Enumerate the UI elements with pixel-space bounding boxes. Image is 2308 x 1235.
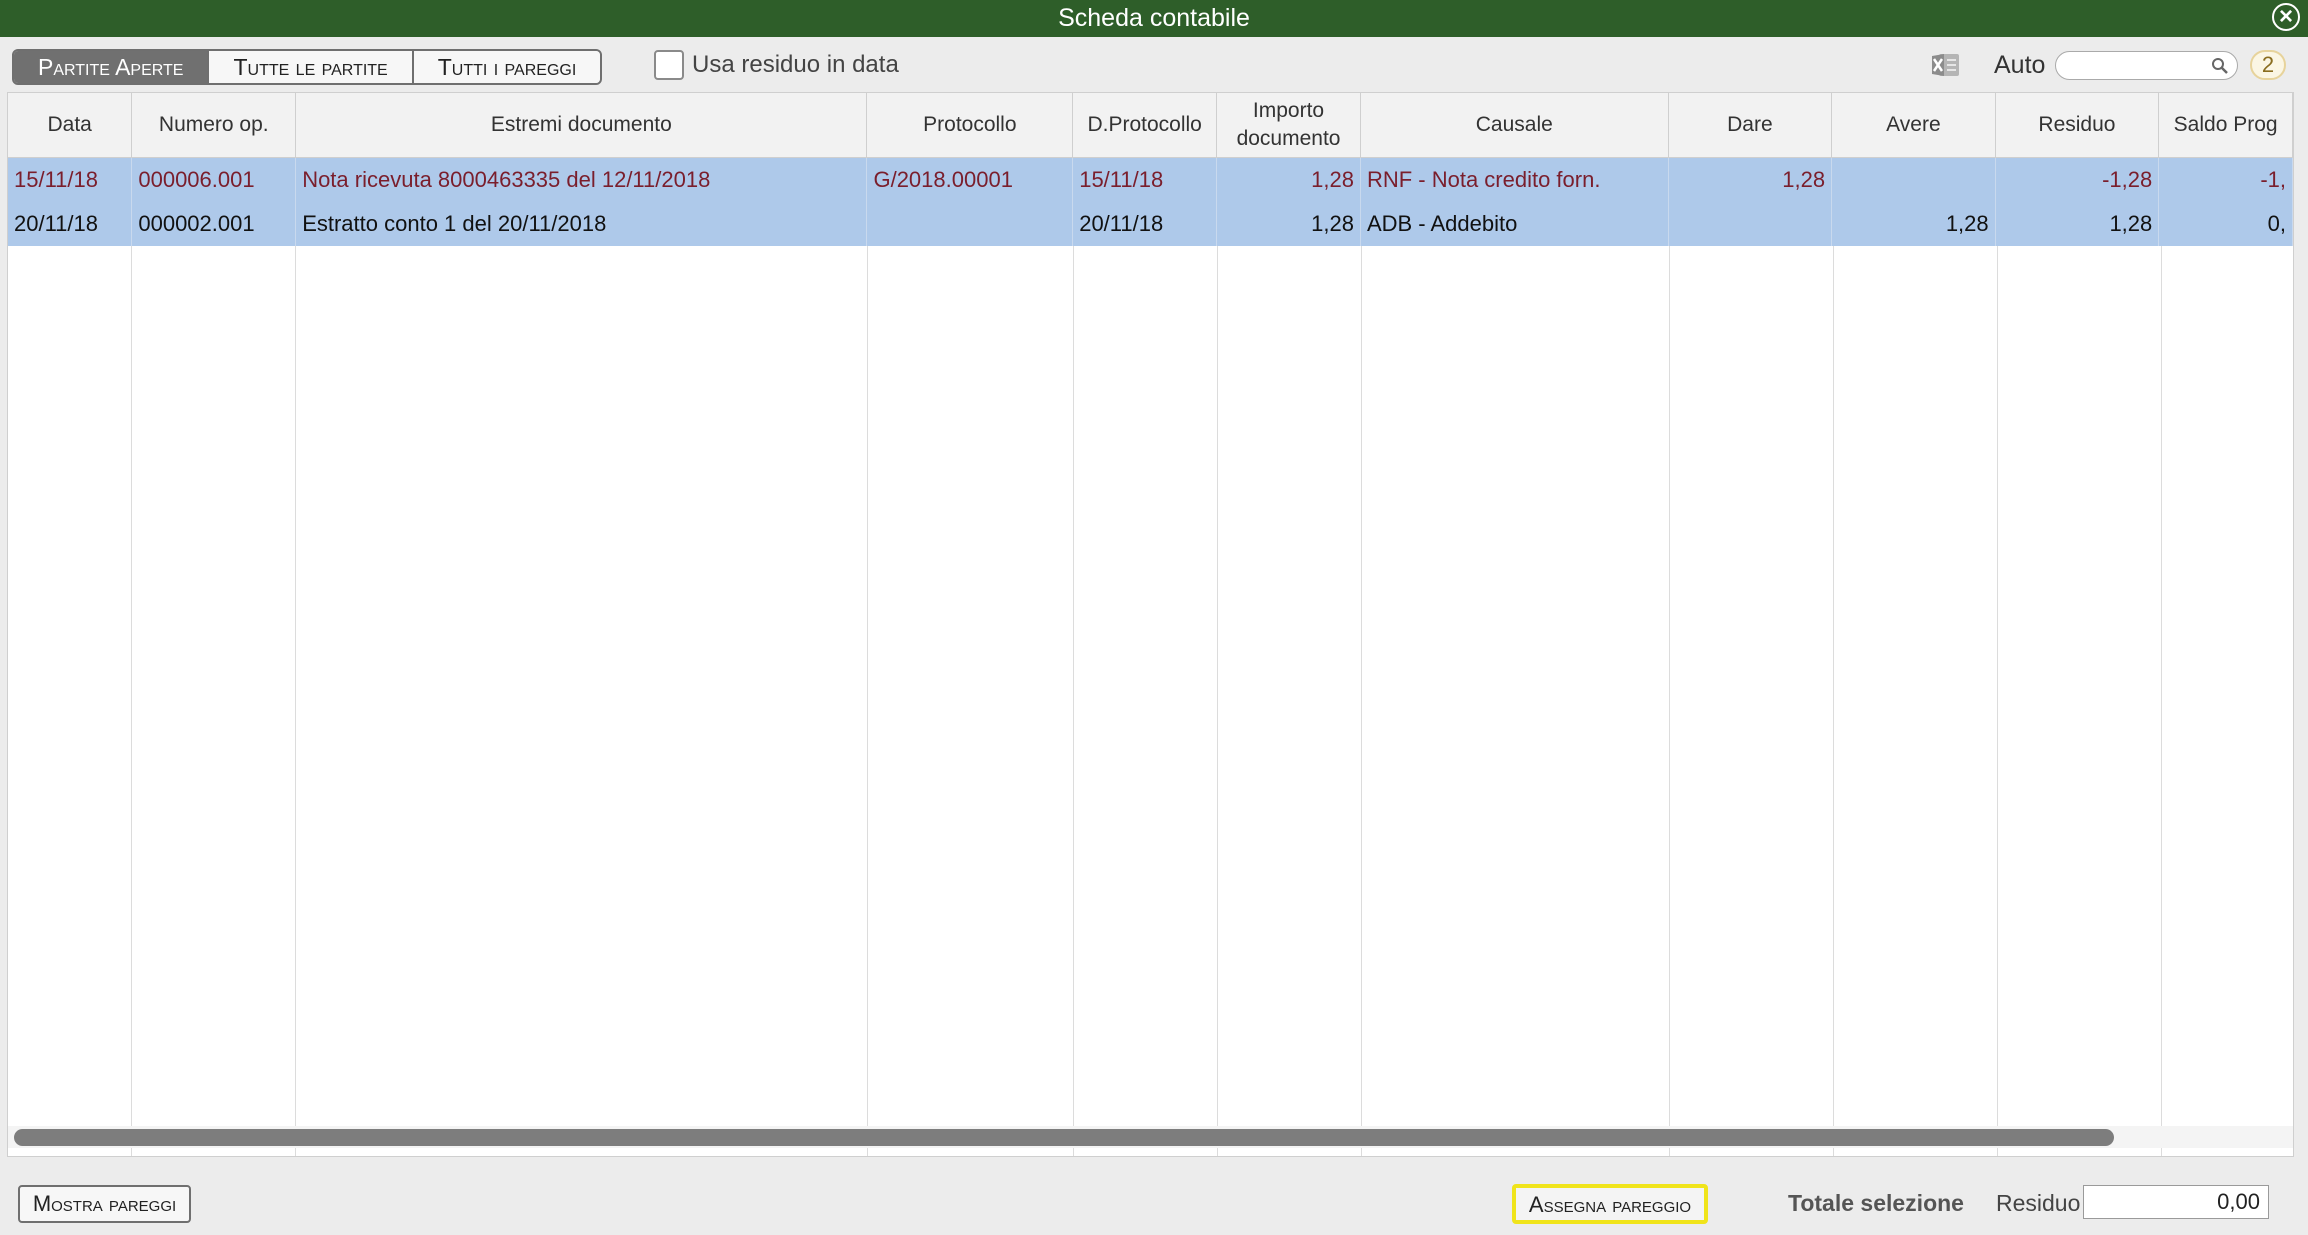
cell-avere <box>1831 157 1996 202</box>
cell-residuo: -1,28 <box>1995 157 2160 202</box>
mostra-pareggi-button[interactable]: Mostra pareggi <box>18 1185 191 1223</box>
table-row[interactable]: 15/11/18 000006.001 Nota ricevuta 800046… <box>8 157 2293 202</box>
excel-export-icon[interactable] <box>1930 51 1964 79</box>
table: Data Numero op. Estremi documento Protoc… <box>8 93 2293 246</box>
horizontal-scrollbar[interactable] <box>8 1126 2293 1148</box>
tab-tutti-i-pareggi[interactable]: Tutti i pareggi <box>411 51 601 83</box>
usa-residuo-label: Usa residuo in data <box>692 51 899 78</box>
table-row[interactable]: 20/11/18 000002.001 Estratto conto 1 del… <box>8 201 2293 246</box>
title-bar: Scheda contabile × <box>0 0 2308 37</box>
footer-bar: Mostra pareggi Assegna pareggio Totale s… <box>0 1160 2308 1235</box>
cell-saldo-prog: 0, <box>2158 201 2293 246</box>
column-header-residuo[interactable]: Residuo <box>1995 93 2160 158</box>
cell-importo-documento: 1,28 <box>1216 201 1361 246</box>
column-header-d-protocollo[interactable]: D.Protocollo <box>1072 93 1218 158</box>
cell-estremi-documento: Estratto conto 1 del 20/11/2018 <box>295 201 868 246</box>
column-header-avere[interactable]: Avere <box>1831 93 1996 158</box>
usa-residuo-checkbox[interactable] <box>654 50 684 80</box>
column-header-numero-op[interactable]: Numero op. <box>131 93 297 158</box>
residuo-label: Residuo <box>1996 1190 2081 1216</box>
window-title: Scheda contabile <box>1058 4 1250 32</box>
auto-label: Auto <box>1994 51 2046 79</box>
cell-estremi-documento: Nota ricevuta 8000463335 del 12/11/2018 <box>295 157 868 202</box>
tab-tutte-le-partite[interactable]: Tutte le partite <box>207 51 412 83</box>
cell-numero-op: 000002.001 <box>131 201 297 246</box>
cell-causale: RNF - Nota credito forn. <box>1360 157 1669 202</box>
close-icon[interactable]: × <box>2272 3 2300 31</box>
cell-protocollo: G/2018.00001 <box>866 157 1074 202</box>
column-header-saldo-prog[interactable]: Saldo Prog <box>2158 93 2293 158</box>
totale-selezione-label: Totale selezione <box>1788 1190 1964 1216</box>
count-badge: 2 <box>2250 50 2286 80</box>
residuo-field[interactable]: 0,00 <box>2083 1185 2269 1219</box>
cell-protocollo <box>866 201 1074 246</box>
column-header-dare[interactable]: Dare <box>1668 93 1833 158</box>
column-header-estremi-documento[interactable]: Estremi documento <box>295 93 868 158</box>
cell-data: 20/11/18 <box>8 201 133 246</box>
table-header: Data Numero op. Estremi documento Protoc… <box>8 93 2293 158</box>
search-input[interactable] <box>2066 52 2220 81</box>
cell-data: 15/11/18 <box>8 157 133 202</box>
cell-causale: ADB - Addebito <box>1360 201 1669 246</box>
scrollbar-thumb[interactable] <box>14 1129 2114 1146</box>
cell-dare: 1,28 <box>1668 157 1833 202</box>
column-gridlines <box>8 93 2293 1156</box>
column-header-causale[interactable]: Causale <box>1360 93 1669 158</box>
cell-d-protocollo: 15/11/18 <box>1072 157 1218 202</box>
cell-d-protocollo: 20/11/18 <box>1072 201 1218 246</box>
cell-saldo-prog: -1, <box>2158 157 2293 202</box>
cell-importo-documento: 1,28 <box>1216 157 1361 202</box>
search-icon[interactable] <box>2211 57 2229 75</box>
assegna-pareggio-button[interactable]: Assegna pareggio <box>1512 1184 1708 1224</box>
toolbar: Partite Aperte Tutte le partite Tutti i … <box>0 37 2308 92</box>
tab-partite-aperte[interactable]: Partite Aperte <box>14 51 208 83</box>
column-header-data[interactable]: Data <box>8 93 133 158</box>
column-header-protocollo[interactable]: Protocollo <box>866 93 1074 158</box>
cell-numero-op: 000006.001 <box>131 157 297 202</box>
search-box <box>2055 51 2238 81</box>
view-segmented-control: Partite Aperte Tutte le partite Tutti i … <box>12 49 603 85</box>
cell-avere: 1,28 <box>1831 201 1996 246</box>
cell-residuo: 1,28 <box>1995 201 2160 246</box>
accounting-table: Data Numero op. Estremi documento Protoc… <box>7 92 2294 1157</box>
cell-dare <box>1668 201 1833 246</box>
column-header-importo-documento[interactable]: Importo documento <box>1216 93 1361 158</box>
